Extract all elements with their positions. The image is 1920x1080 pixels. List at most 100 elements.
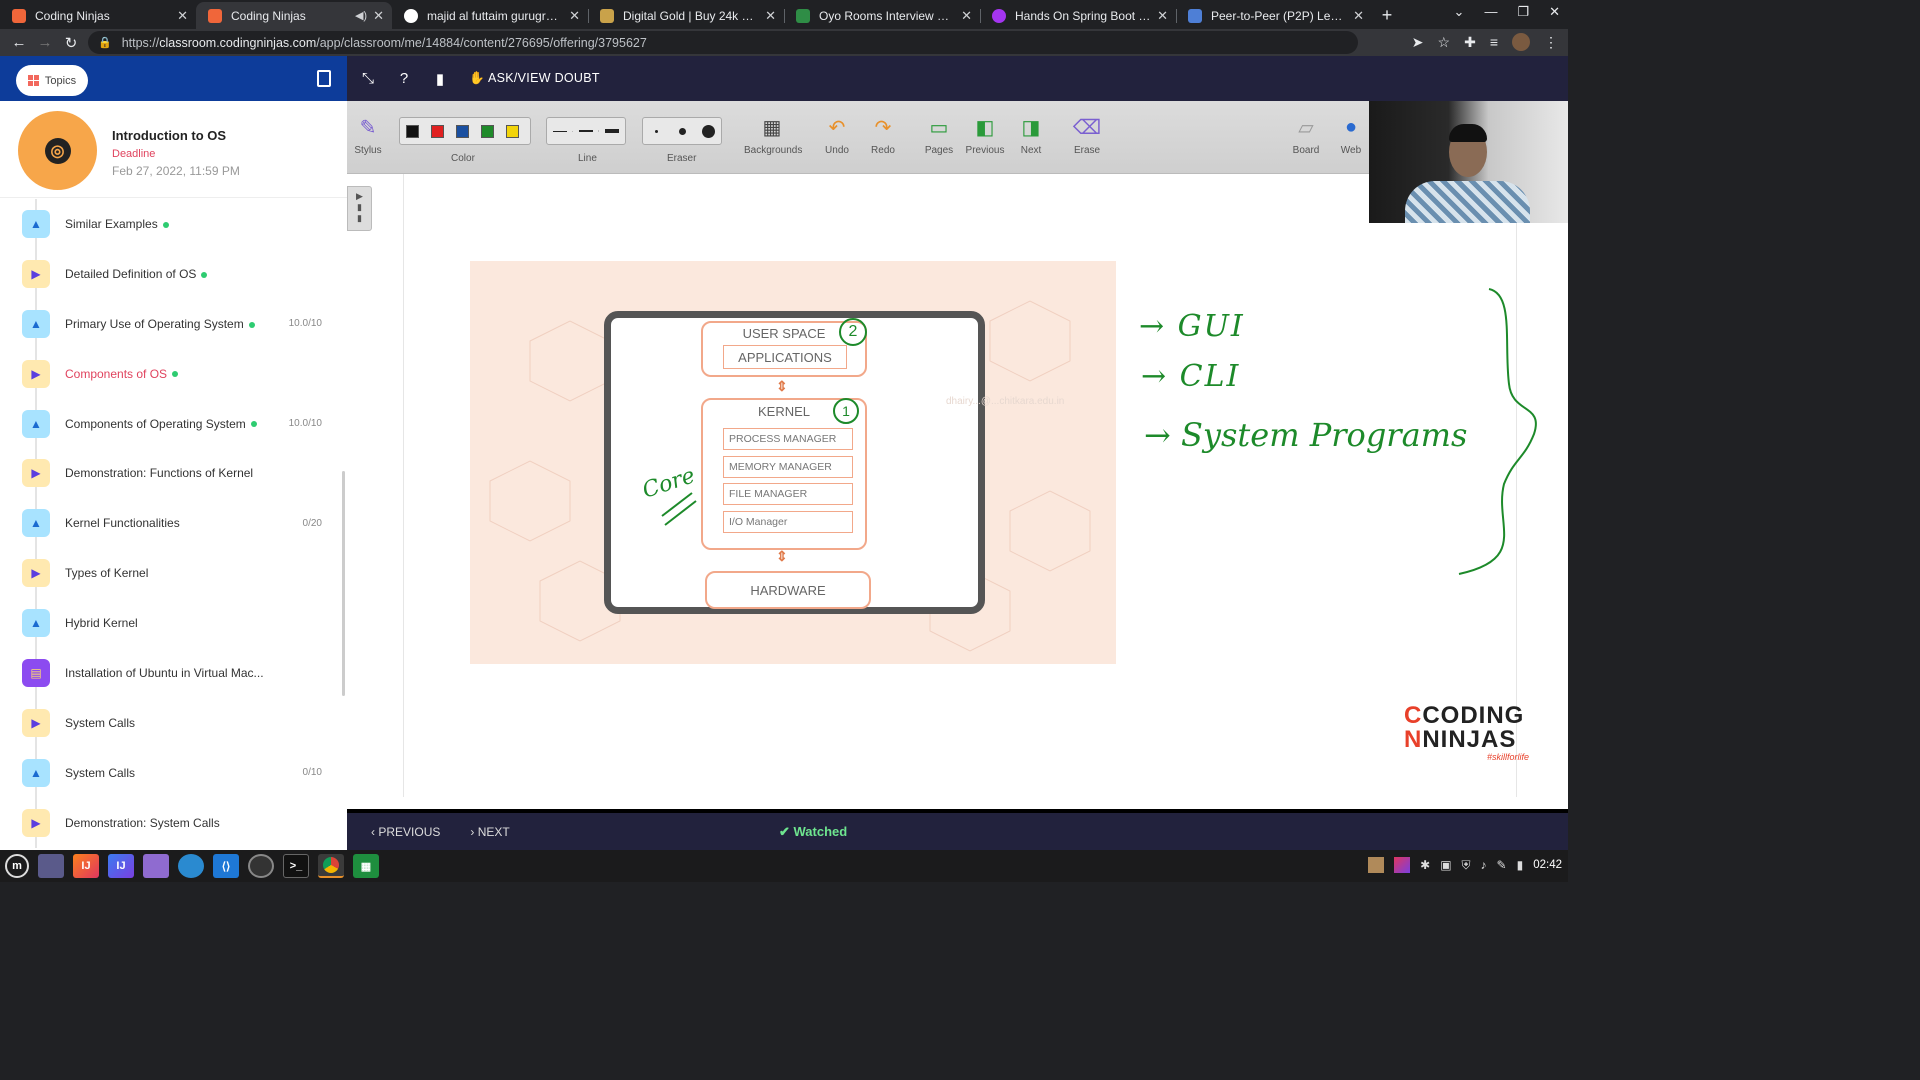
browser-tab[interactable]: Digital Gold | Buy 24k Pure Go ✕ xyxy=(588,2,784,29)
battery-icon[interactable]: ▮ xyxy=(1517,858,1524,872)
lesson-item[interactable]: ▶ System Calls xyxy=(0,697,347,748)
close-tab-icon[interactable]: ✕ xyxy=(569,8,580,24)
files-icon[interactable] xyxy=(143,854,169,878)
close-tab-icon[interactable]: ✕ xyxy=(1157,8,1168,24)
help-icon[interactable]: ? xyxy=(393,70,415,87)
shield-icon[interactable]: ⛨ xyxy=(1462,858,1471,873)
close-tab-icon[interactable]: ✕ xyxy=(961,8,972,24)
page-panel-toggle[interactable]: ▶ ▮ ▮ xyxy=(347,186,372,231)
close-tab-icon[interactable]: ✕ xyxy=(373,8,384,24)
color-swatch-black[interactable] xyxy=(406,124,419,138)
stylus-tool[interactable]: ✎ Stylus xyxy=(353,113,383,157)
ask-doubt-button[interactable]: ✋ ASK/VIEW DOUBT xyxy=(469,71,600,86)
extensions-icon[interactable]: ✚ xyxy=(1464,34,1476,51)
close-tab-icon[interactable]: ✕ xyxy=(177,8,188,24)
bookmark-add-icon[interactable]: ▮ xyxy=(429,70,451,88)
lesson-item[interactable]: ▲ System Calls 0/10 xyxy=(0,747,347,798)
obs-icon[interactable] xyxy=(248,854,274,878)
browser-tab[interactable]: Hands On Spring Boot Course ✕ xyxy=(980,2,1176,29)
bookmark-icon[interactable] xyxy=(317,70,331,87)
color-swatch-green[interactable] xyxy=(481,124,494,138)
clipboard-icon[interactable] xyxy=(1368,857,1385,873)
board-tool[interactable]: ▱ Board xyxy=(1292,113,1320,157)
new-tab-button[interactable]: + xyxy=(1372,2,1402,29)
restore-icon[interactable]: ❐ xyxy=(1517,4,1529,20)
close-tab-icon[interactable]: ✕ xyxy=(765,8,776,24)
tab-title: Digital Gold | Buy 24k Pure Go xyxy=(623,8,759,23)
previous-page-tool[interactable]: ◧ Previous xyxy=(965,113,1005,157)
reload-icon[interactable]: ↻ xyxy=(58,34,84,52)
topics-button[interactable]: Topics xyxy=(16,65,88,96)
bluetooth-icon[interactable]: ✱ xyxy=(1420,858,1430,872)
intellij-icon[interactable]: IJ xyxy=(73,854,99,878)
lesson-item[interactable]: ▲ Components of Operating System 10.0/10 xyxy=(0,398,347,449)
color-picker[interactable] xyxy=(399,117,531,145)
next-button[interactable]: › NEXT xyxy=(470,825,509,839)
browser-tab-active[interactable]: Coding Ninjas ◀) ✕ xyxy=(196,2,392,29)
close-window-icon[interactable]: ✕ xyxy=(1549,4,1560,20)
web-tool[interactable]: ● Web xyxy=(1337,113,1365,157)
music-icon[interactable]: ♪ xyxy=(1481,858,1487,872)
next-page-tool[interactable]: ◨ Next xyxy=(1017,113,1045,157)
thunderbird-icon[interactable] xyxy=(178,854,204,878)
profile-avatar[interactable] xyxy=(1512,33,1530,51)
star-icon[interactable]: ☆ xyxy=(1438,34,1451,51)
close-tab-icon[interactable]: ✕ xyxy=(1353,8,1364,24)
lesson-item[interactable]: ▶ Detailed Definition of OS xyxy=(0,248,347,299)
tab-search-icon[interactable]: ⌄ xyxy=(1454,4,1465,20)
color-swatch-red[interactable] xyxy=(431,124,444,138)
line-thick[interactable] xyxy=(599,129,625,133)
minimize-icon[interactable]: — xyxy=(1484,4,1497,20)
send-icon[interactable]: ➤ xyxy=(1412,34,1424,51)
menu-icon[interactable]: ⋮ xyxy=(1544,34,1558,51)
terminal-icon[interactable]: >_ xyxy=(283,854,309,878)
lesson-item[interactable]: ▤ Installation of Ubuntu in Virtual Mac..… xyxy=(0,648,347,699)
previous-button[interactable]: ‹ PREVIOUS xyxy=(371,825,440,839)
spreadsheet-icon[interactable]: ▦ xyxy=(353,854,379,878)
lesson-item[interactable]: ▶ Demonstration: System Calls xyxy=(0,797,347,848)
line-width-picker[interactable] xyxy=(546,117,626,145)
address-bar[interactable]: 🔒 https://classroom.codingninjas.com/app… xyxy=(88,31,1358,54)
undo-tool[interactable]: ↶ Undo xyxy=(823,113,851,157)
line-medium[interactable] xyxy=(573,130,599,132)
lesson-item[interactable]: ▲ Hybrid Kernel xyxy=(0,598,347,649)
mint-menu-icon[interactable]: m xyxy=(5,854,29,878)
lesson-item[interactable]: ▶ Components of OS xyxy=(0,348,347,399)
browser-tab[interactable]: Coding Ninjas ✕ xyxy=(0,2,196,29)
reading-list-icon[interactable]: ≡ xyxy=(1490,34,1498,50)
redo-tool[interactable]: ↷ Redo xyxy=(869,113,897,157)
whiteboard-canvas[interactable]: USER SPACE APPLICATIONS ⇕ KERNEL PROCESS… xyxy=(403,174,1537,797)
pages-label: Pages xyxy=(924,145,954,156)
lesson-item[interactable]: ▲ Similar Examples xyxy=(0,199,347,249)
line-thin[interactable] xyxy=(547,130,573,132)
browser-tab[interactable]: Peer-to-Peer (P2P) Lending De ✕ xyxy=(1176,2,1372,29)
investopedia-favicon-icon xyxy=(1188,8,1202,23)
intellij-alt-icon[interactable]: IJ xyxy=(108,854,134,878)
expand-icon[interactable]: ⤡ xyxy=(357,70,379,87)
update-manager-icon[interactable]: ▣ xyxy=(1440,858,1451,872)
eraser-large[interactable] xyxy=(695,124,721,138)
eraser-medium[interactable] xyxy=(669,127,695,135)
lesson-item[interactable]: ▶ Types of Kernel xyxy=(0,548,347,599)
browser-tab[interactable]: majid al futtaim gurugram of ✕ xyxy=(392,2,588,29)
desktop-icon[interactable] xyxy=(38,854,64,878)
erase-all-tool[interactable]: ⌫ Erase xyxy=(1072,113,1102,157)
sidebar-scrollbar[interactable] xyxy=(342,471,345,696)
lesson-item[interactable]: ▶ Demonstration: Functions of Kernel xyxy=(0,448,347,499)
chrome-icon[interactable] xyxy=(318,854,344,878)
vscode-icon[interactable]: ⟨⟩ xyxy=(213,854,239,878)
color-swatch-yellow[interactable] xyxy=(506,124,519,138)
speaker-icon[interactable]: ◀) xyxy=(355,9,367,22)
eraser-small[interactable] xyxy=(643,129,669,133)
color-swatch-blue[interactable] xyxy=(456,124,469,138)
back-icon[interactable]: ← xyxy=(6,34,32,51)
forward-icon[interactable]: → xyxy=(32,34,58,51)
lesson-item[interactable]: ▲ Primary Use of Operating System 10.0/10 xyxy=(0,298,347,349)
pen-icon[interactable]: ✎ xyxy=(1497,858,1507,872)
tray-app-icon[interactable] xyxy=(1394,857,1411,873)
browser-tab[interactable]: Oyo Rooms Interview Experie ✕ xyxy=(784,2,980,29)
lesson-item[interactable]: ▲ Kernel Functionalities 0/20 xyxy=(0,498,347,549)
pages-tool[interactable]: ▭ Pages xyxy=(924,113,954,157)
eraser-size-picker[interactable] xyxy=(642,117,722,145)
backgrounds-tool[interactable]: ▦ Backgrounds xyxy=(744,113,802,157)
